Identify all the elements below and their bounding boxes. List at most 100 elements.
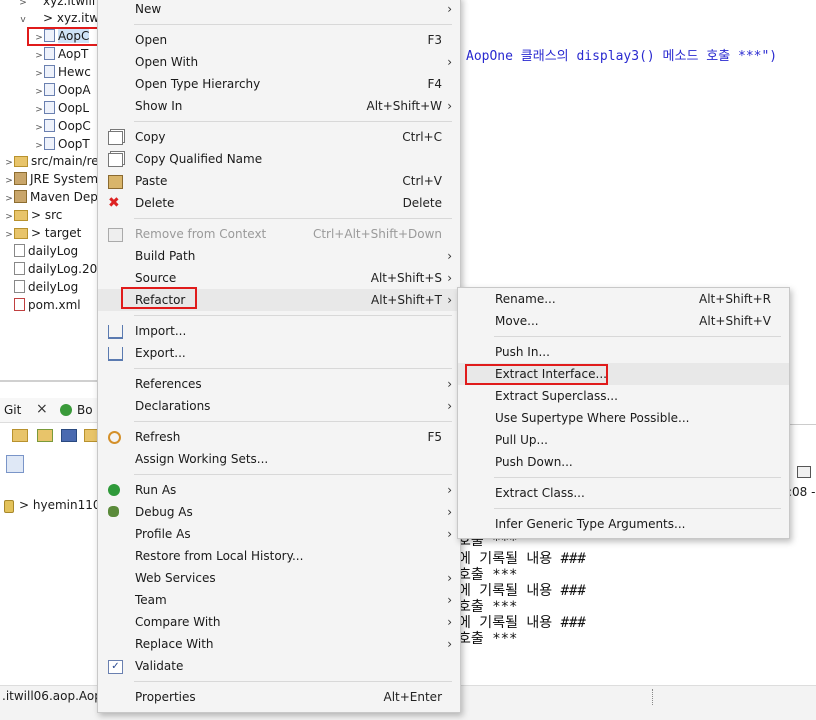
close-icon[interactable]: × [36,401,48,417]
refactor-submenu: Rename... Alt+Shift+R Move... Alt+Shift+V Pu… [457,287,790,539]
menu-item-pull-up[interactable]: Pull Up... [458,429,789,451]
chevron-right-icon: › [447,55,452,69]
menu-item-label: Use Supertype Where Possible... [495,411,690,425]
bottom-panel-divider [0,380,100,382]
tree-item[interactable]: pom.xml [4,296,81,314]
menu-item-move[interactable]: Move... Alt+Shift+V [458,310,789,332]
menu-item-label: Copy [135,130,166,144]
menu-item-shortcut: Alt+Shift+T [371,293,442,307]
bottom-panel-tabbar: Git × Bo [0,398,100,423]
tree-item[interactable]: > > target [4,224,81,242]
menu-item-new[interactable]: New › [98,0,460,20]
menu-item-remove-from-context: Remove from Context Ctrl+Alt+Shift+Down [98,223,460,245]
menu-item-label: Refresh [135,430,181,444]
menu-item-properties[interactable]: Properties Alt+Enter [98,686,460,708]
console-output: 호출 *** 에 기록될 내용 ### 호출 *** 에 기록될 내용 ### 호출 *… [458,530,816,650]
menu-item-copy-qualified-name[interactable]: Copy Qualified Name [98,148,460,170]
chevron-right-icon: › [447,505,452,519]
tree-item[interactable]: > OopL [34,99,89,117]
tree-item[interactable]: dailyLog [4,242,78,260]
menu-item-build-path[interactable]: Build Path › [98,245,460,267]
menu-item-open-with[interactable]: Open With › [98,51,460,73]
menu-item-open-type-hierarchy[interactable]: Open Type Hierarchy F4 [98,73,460,95]
menu-item-paste[interactable]: Paste Ctrl+V [98,170,460,192]
xml-icon [14,298,25,311]
tree-item[interactable]: v > xyz.itw [18,9,99,27]
menu-item-delete[interactable]: ✖ Delete Delete [98,192,460,214]
tab-boot-dashboard[interactable]: Bo [77,403,93,417]
toolbar-repo-icon[interactable] [61,429,77,442]
menu-item-declarations[interactable]: Declarations › [98,395,460,417]
menu-item-assign-working-sets[interactable]: Assign Working Sets... [98,448,460,470]
menu-item-run-as[interactable]: Run As › [98,479,460,501]
menu-item-rename[interactable]: Rename... Alt+Shift+R [458,288,789,310]
menu-item-restore-from-local-history[interactable]: Restore from Local History... [98,545,460,567]
menu-item-show-in[interactable]: Show In Alt+Shift+W › [98,95,460,117]
menu-item-shortcut: F5 [427,430,442,444]
annotation-box-extract-interface [465,364,608,385]
java-icon [44,83,55,96]
menu-item-open[interactable]: Open F3 [98,29,460,51]
tree-item[interactable]: > OopA [34,81,91,99]
toolbar-clone-icon[interactable] [37,429,53,442]
tree-item[interactable]: > src/main/re [4,152,99,170]
debug-icon [108,506,119,517]
menu-item-label: Restore from Local History... [135,549,304,563]
menu-item-extract-superclass[interactable]: Extract Superclass... [458,385,789,407]
menu-item-push-in[interactable]: Push In... [458,341,789,363]
toolbar-add-icon[interactable] [84,429,98,442]
chevron-right-icon: › [447,527,452,541]
console-line: 호출 *** [458,631,518,647]
menu-item-source[interactable]: Source Alt+Shift+S › [98,267,460,289]
menu-item-import[interactable]: Import... [98,320,460,342]
menu-item-validate[interactable]: ✓ Validate [98,655,460,677]
tree-item-label: > target [31,226,82,240]
toolbar-folder-icon[interactable] [12,429,28,442]
menu-item-export[interactable]: Export... [98,342,460,364]
menu-item-profile-as[interactable]: Profile As › [98,523,460,545]
menu-separator [134,421,452,422]
bottom-toolbar [0,424,100,446]
java-icon [44,119,55,132]
tree-item[interactable]: deilyLog [4,278,78,296]
menu-item-label: Team [135,593,167,607]
tree-item[interactable]: > AopT [34,45,88,63]
menu-item-references[interactable]: References › [98,373,460,395]
menu-item-shortcut: Delete [402,196,442,210]
menu-item-push-down[interactable]: Push Down... [458,451,789,473]
tree-item-label: OopA [58,83,91,97]
menu-item-refresh[interactable]: Refresh F5 [98,426,460,448]
link-editor-icon[interactable] [6,455,24,473]
menu-item-debug-as[interactable]: Debug As › [98,501,460,523]
tree-item[interactable]: > > src [4,206,62,224]
menu-item-label: Infer Generic Type Arguments... [495,517,686,531]
tree-item[interactable]: dailyLog.20 [4,260,97,278]
tree-item[interactable]: > JRE System [4,170,98,188]
menu-item-compare-with[interactable]: Compare With › [98,611,460,633]
menu-item-shortcut: F4 [427,77,442,91]
package-explorer-tree: > xyz.itwill v > xyz.itw > AopC > AopT > Hewc > Oop… [0,0,100,318]
menu-item-label: Assign Working Sets... [135,452,269,466]
annotation-box-refactor [121,287,197,309]
menu-item-team[interactable]: Team › [98,589,460,611]
menu-item-extract-class[interactable]: Extract Class... [458,482,789,504]
menu-item-copy[interactable]: Copy Ctrl+C [98,126,460,148]
export-icon [108,347,123,361]
git-repo-row[interactable]: > hyemin1106 [0,497,100,515]
copy-icon [108,131,123,145]
tree-item[interactable]: > OopT [34,135,90,153]
menu-item-replace-with[interactable]: Replace With › [98,633,460,655]
menu-item-label: Run As [135,483,177,497]
console-view-icon[interactable] [797,466,811,478]
menu-item-use-supertype-where-possible[interactable]: Use Supertype Where Possible... [458,407,789,429]
tab-git[interactable]: Git [4,403,21,417]
menu-item-web-services[interactable]: Web Services › [98,567,460,589]
tree-item[interactable]: > Maven Dep [4,188,98,206]
folder-icon [14,156,28,167]
tree-item[interactable]: > Hewc [34,63,91,81]
tree-item-label: OopT [58,137,90,151]
menu-item-infer-generic-type-arguments[interactable]: Infer Generic Type Arguments... [458,513,789,535]
tree-item[interactable]: > OopC [34,117,91,135]
refresh-icon [108,431,121,444]
tree-item-label: src/main/re [31,154,99,168]
